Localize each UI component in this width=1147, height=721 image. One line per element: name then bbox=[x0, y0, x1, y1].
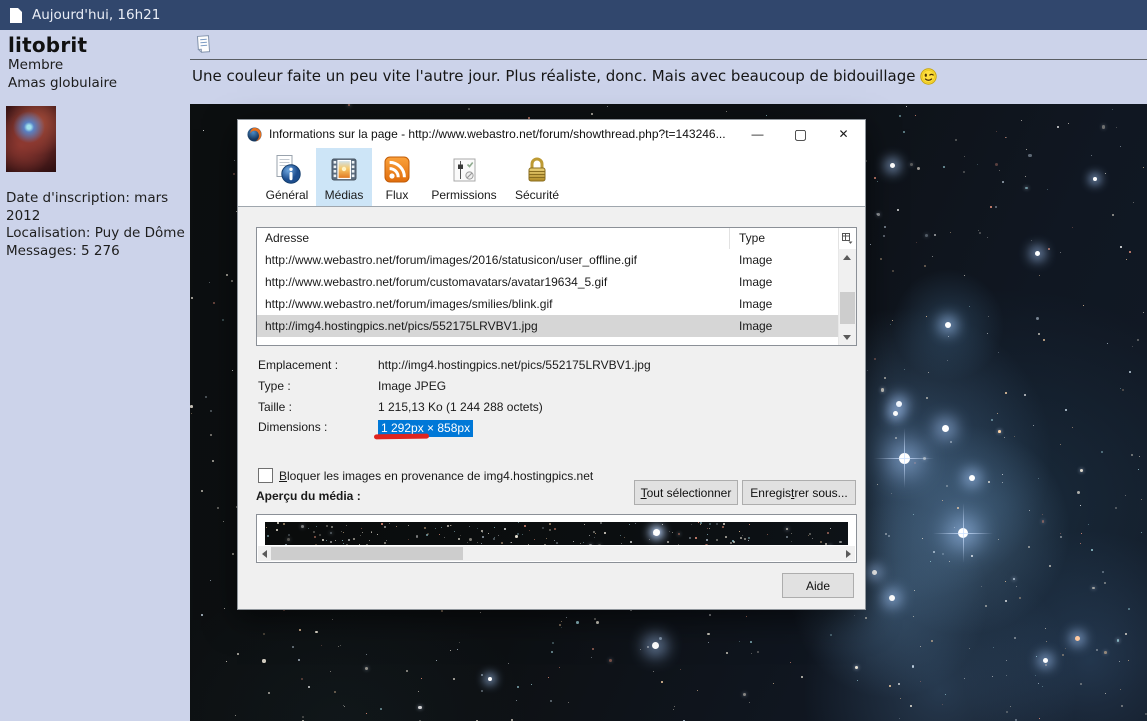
flux-icon bbox=[384, 156, 410, 183]
permissions-icon bbox=[453, 158, 476, 182]
block-images-checkbox-row[interactable]: Bloquer les images en provenance de img4… bbox=[258, 468, 593, 483]
dialog-titlebar: Informations sur la page - http://www.we… bbox=[238, 120, 865, 148]
vertical-scrollbar[interactable] bbox=[838, 249, 856, 345]
nebula-glow bbox=[910, 480, 1147, 721]
thread-date-bar: Aujourd'hui, 16h21 bbox=[0, 0, 1147, 30]
column-divider bbox=[729, 228, 730, 249]
scroll-left-icon[interactable] bbox=[258, 546, 271, 561]
preview-label: Aperçu du média : bbox=[256, 489, 361, 503]
user-inscription: Date d'inscription: mars 2012 bbox=[6, 190, 169, 224]
tab-general-label: Général bbox=[265, 188, 309, 202]
user-info: Date d'inscription: mars 2012 Localisati… bbox=[6, 190, 190, 260]
dialog-toolbar: Général Médias Flux Permissions Sécurité bbox=[238, 148, 865, 207]
table-row-selected[interactable]: http://img4.hostingpics.net/pics/552175L… bbox=[257, 315, 839, 337]
help-button[interactable]: Aide bbox=[782, 573, 854, 598]
user-localisation: Localisation: Puy de Dôme bbox=[6, 225, 185, 241]
tab-medias-label: Médias bbox=[324, 188, 364, 202]
block-images-label: Bloquer les images en provenance de img4… bbox=[279, 468, 594, 483]
page-info-dialog: Informations sur la page - http://www.we… bbox=[237, 119, 866, 610]
save-as-button[interactable]: Enregistrer sous... bbox=[742, 480, 856, 505]
medias-icon bbox=[331, 158, 357, 181]
user-rank: Amas globulaire bbox=[8, 75, 118, 91]
detail-label-type: Type : bbox=[258, 379, 291, 393]
page-icon bbox=[10, 7, 22, 23]
detail-label-emplacement: Emplacement : bbox=[258, 358, 339, 372]
general-icon bbox=[276, 155, 301, 184]
scroll-right-icon[interactable] bbox=[842, 546, 855, 561]
firefox-icon bbox=[247, 127, 262, 141]
blink-smiley-icon bbox=[920, 67, 938, 85]
detail-label-taille: Taille : bbox=[258, 400, 293, 414]
table-row[interactable]: http://www.webastro.net/forum/customavat… bbox=[257, 271, 839, 293]
dialog-title: Informations sur la page - http://www.we… bbox=[269, 127, 726, 141]
avatar[interactable] bbox=[6, 106, 56, 172]
tab-permissions-label: Permissions bbox=[431, 188, 497, 202]
tab-medias[interactable]: Médias bbox=[316, 148, 372, 206]
block-images-checkbox[interactable] bbox=[258, 468, 273, 483]
user-role: Membre bbox=[8, 57, 64, 73]
column-header-type[interactable]: Type bbox=[739, 231, 765, 245]
minimize-icon[interactable]: — bbox=[736, 120, 779, 148]
tab-flux-label: Flux bbox=[385, 188, 409, 202]
media-list-header[interactable]: Adresse Type bbox=[257, 228, 856, 249]
media-list: Adresse Type http://www.webastro.net/for… bbox=[256, 227, 857, 346]
horizontal-scrollbar[interactable] bbox=[258, 546, 855, 561]
post-note-icon bbox=[196, 35, 211, 54]
table-row[interactable]: http://www.webastro.net/forum/images/smi… bbox=[257, 293, 839, 315]
user-sidebar: litobrit Membre Amas globulaire Date d'i… bbox=[0, 30, 190, 721]
user-messages: Messages: 5 276 bbox=[6, 242, 120, 259]
media-preview-image[interactable] bbox=[265, 522, 848, 545]
post-divider bbox=[190, 59, 1147, 60]
red-underline-annotation bbox=[373, 433, 430, 439]
scroll-down-icon[interactable] bbox=[839, 329, 855, 345]
tab-flux[interactable]: Flux bbox=[372, 148, 422, 206]
detail-label-dimensions: Dimensions : bbox=[258, 420, 328, 434]
select-all-button[interactable]: Tout sélectionner bbox=[634, 480, 738, 505]
maximize-icon[interactable]: ▢ bbox=[779, 120, 822, 148]
thread-date-label: Aujourd'hui, 16h21 bbox=[32, 7, 161, 23]
scrollbar-thumb[interactable] bbox=[840, 292, 855, 324]
detail-value-emplacement: http://img4.hostingpics.net/pics/552175L… bbox=[378, 358, 651, 372]
tab-securite-label: Sécurité bbox=[514, 188, 560, 202]
securite-icon bbox=[528, 157, 546, 182]
screen: Aujourd'hui, 16h21 litobrit Membre Amas … bbox=[0, 0, 1147, 721]
column-picker-icon[interactable] bbox=[838, 228, 856, 249]
detail-value-taille: 1 215,13 Ko (1 244 288 octets) bbox=[378, 400, 543, 414]
tab-permissions[interactable]: Permissions bbox=[422, 148, 506, 206]
post-text: Une couleur faite un peu vite l'autre jo… bbox=[192, 67, 916, 85]
scroll-up-icon[interactable] bbox=[839, 249, 855, 265]
media-preview bbox=[256, 514, 857, 563]
column-header-adresse[interactable]: Adresse bbox=[265, 231, 309, 245]
scrollbar-thumb[interactable] bbox=[271, 547, 463, 560]
username-link[interactable]: litobrit bbox=[8, 33, 87, 57]
tab-securite[interactable]: Sécurité bbox=[506, 148, 568, 206]
close-icon[interactable]: ✕ bbox=[822, 120, 865, 148]
detail-value-type: Image JPEG bbox=[378, 379, 447, 393]
post-header: Une couleur faite un peu vite l'autre jo… bbox=[190, 30, 1147, 104]
table-row[interactable]: http://www.webastro.net/forum/images/201… bbox=[257, 249, 839, 271]
tab-general[interactable]: Général bbox=[258, 148, 316, 206]
